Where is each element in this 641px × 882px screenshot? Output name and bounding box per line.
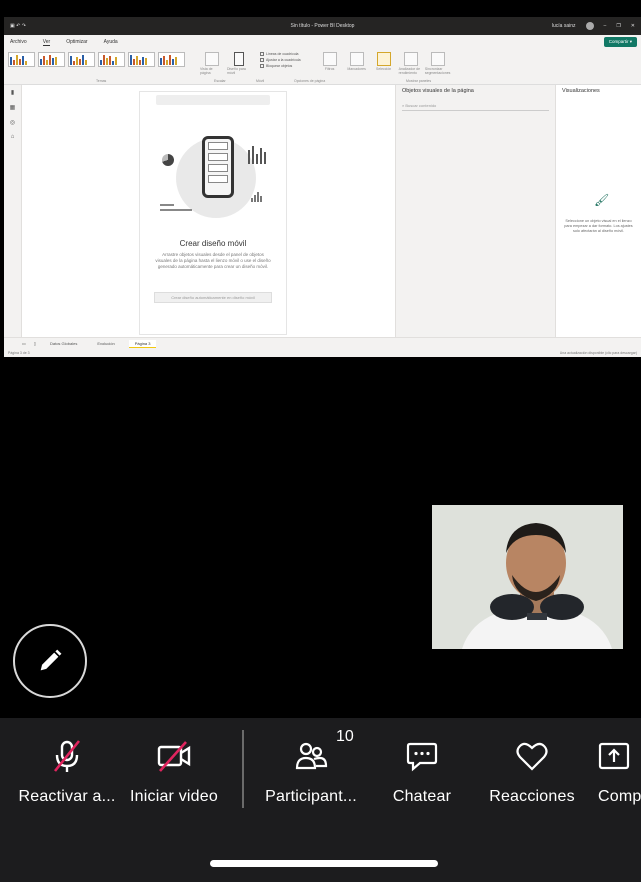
participants-label: Participant...	[265, 788, 357, 805]
tab-archivo[interactable]: Archivo	[10, 39, 27, 45]
status-bar: Página 3 de 3 Una actualización disponib…	[4, 349, 641, 357]
share-screen-button[interactable]: Comp	[598, 738, 641, 806]
visualizations-hint: Seleccione un objeto visual en el lienzo…	[564, 219, 633, 233]
report-view-icon[interactable]: ▮	[11, 89, 14, 96]
mobile-canvas-description: Arrastre objetos visuales desde el panel…	[155, 252, 271, 269]
self-video-tile[interactable]	[432, 505, 623, 649]
meeting-screen: ▣ ↶ ↷ Sin título - Power BI Desktop lucí…	[0, 0, 641, 882]
theme-swatch-2[interactable]	[38, 52, 65, 67]
mobile-canvas-title: Crear diseño móvil	[179, 239, 247, 248]
page-visuals-search[interactable]: ⌕ Buscar contenido	[402, 101, 549, 111]
theme-swatch-6[interactable]	[158, 52, 185, 67]
mobile-canvas[interactable]: Crear diseño móvil Arrastre objetos visu…	[139, 91, 287, 335]
participant-video	[432, 505, 623, 649]
pencil-icon	[40, 649, 62, 671]
lock-objects-checkbox[interactable]: Bloquear objetos	[260, 64, 301, 68]
shared-screen: ▣ ↶ ↷ Sin título - Power BI Desktop lucí…	[4, 17, 641, 357]
tab-ver[interactable]: Ver	[42, 39, 51, 46]
chat-label: Chatear	[392, 788, 452, 805]
call-toolbar: Reactivar a... Iniciar video Participant…	[0, 718, 641, 882]
page-tab-3[interactable]: Página 3	[128, 339, 157, 348]
toolbar-divider	[242, 730, 244, 808]
page-tab-1[interactable]: Datos Globales	[44, 340, 83, 347]
ribbon-group-show-panes: Mostrar paneles	[406, 79, 432, 83]
reactions-label: Reacciones	[489, 788, 575, 805]
selection-icon	[376, 52, 391, 66]
status-update[interactable]: Una actualización disponible (clic para …	[560, 351, 637, 355]
start-video-button[interactable]: Iniciar video	[124, 738, 224, 806]
pbi-body: ▮ ▦ ◎ ⌂ Crear diseño móvil Arrastre obje…	[4, 85, 641, 337]
page-view-button[interactable]: Vista de página	[200, 52, 224, 75]
annotate-button[interactable]	[13, 624, 87, 698]
sync-slicers-button[interactable]: Sincronizar segmentaciones	[425, 52, 450, 75]
ribbon-tabs: Archivo Ver Optimizar Ayuda Compartir ▾	[4, 35, 641, 49]
selection-button[interactable]: Selección	[372, 52, 396, 71]
filter-icon	[322, 52, 337, 66]
page-visuals-title: Objetos visuales de la página	[402, 88, 474, 94]
report-canvas[interactable]: Crear diseño móvil Arrastre objetos visu…	[22, 85, 395, 337]
visualizations-title: Visualizaciones	[562, 88, 600, 94]
status-page-count: Página 3 de 3	[8, 351, 30, 355]
table-view-icon[interactable]: ▦	[10, 104, 16, 111]
bookmark-icon	[349, 52, 364, 66]
share-screen-label: Comp	[598, 788, 641, 805]
pbi-title-bar: ▣ ↶ ↷ Sin título - Power BI Desktop lucí…	[4, 17, 641, 35]
unmute-button[interactable]: Reactivar a...	[12, 738, 122, 806]
format-brush-icon: 🖌	[594, 193, 610, 207]
theme-swatch-3[interactable]	[68, 52, 95, 67]
mobile-view-icon[interactable]: ▯	[34, 341, 36, 346]
participants-icon	[295, 742, 328, 770]
tab-optimizar[interactable]: Optimizar	[66, 39, 87, 45]
left-rail: ▮ ▦ ◎ ⌂	[4, 85, 22, 337]
chat-icon	[406, 742, 438, 772]
model-view-icon[interactable]: ◎	[10, 119, 15, 126]
mobile-layout-illustration	[158, 134, 268, 234]
visualizations-pane: Visualizaciones 🖌 Seleccione un objeto v…	[555, 85, 641, 337]
ribbon-group-page-options: Opciones de página	[294, 79, 326, 83]
ribbon: Temas Vista de página Diseño para móvil …	[4, 49, 641, 85]
ribbon-group-themes: Temas	[96, 79, 107, 83]
filters-button[interactable]: Filtros	[318, 52, 342, 71]
mobile-layout-icon	[234, 52, 244, 66]
reactions-button[interactable]: Reacciones	[480, 738, 584, 806]
start-video-label: Iniciar video	[130, 788, 218, 805]
desktop-layout-icon[interactable]: ▭	[22, 341, 26, 346]
page-visuals-pane: Objetos visuales de la página ⌕ Buscar c…	[395, 85, 555, 337]
ribbon-group-scale: Escalar	[214, 79, 226, 83]
theme-swatch-5[interactable]	[128, 52, 155, 67]
dax-view-icon[interactable]: ⌂	[11, 134, 15, 140]
performance-button[interactable]: Analizador de rendimiento	[399, 52, 423, 75]
share-button[interactable]: Compartir ▾	[603, 37, 637, 47]
tab-ayuda[interactable]: Ayuda	[104, 39, 118, 45]
mobile-canvas-header	[156, 95, 270, 105]
page-options-group: Líneas de cuadrícula Ajustar a la cuadrí…	[260, 52, 301, 68]
bookmarks-button[interactable]: Marcadores	[345, 52, 369, 71]
performance-icon	[403, 52, 418, 66]
camera-off-icon	[157, 741, 191, 772]
page-view-icon	[205, 52, 219, 66]
participants-button[interactable]: Participant...	[258, 738, 364, 806]
share-icon	[598, 742, 630, 770]
mic-muted-icon	[53, 740, 81, 772]
mobile-layout-button[interactable]: Diseño para móvil	[227, 52, 251, 75]
home-indicator[interactable]	[210, 860, 438, 867]
ribbon-group-mobile: Móvil	[256, 79, 265, 83]
theme-swatch-1[interactable]	[8, 52, 35, 67]
chat-button[interactable]: Chatear	[380, 738, 464, 806]
theme-swatch-4[interactable]	[98, 52, 125, 67]
auto-create-layout-button[interactable]: Crear diseño automáticamente en diseño m…	[154, 292, 272, 303]
page-tab-2[interactable]: Evolución	[91, 340, 120, 347]
participants-count-badge: 10	[336, 728, 354, 745]
page-tabs-bar: ▭ ▯ Datos Globales Evolución Página 3	[4, 337, 641, 349]
gridlines-checkbox[interactable]: Líneas de cuadrícula	[260, 52, 301, 56]
unmute-label: Reactivar a...	[18, 788, 116, 805]
snap-to-grid-checkbox[interactable]: Ajustar a la cuadrícula	[260, 58, 301, 62]
window-title: Sin título - Power BI Desktop	[290, 23, 355, 29]
sync-slicers-icon	[430, 52, 445, 66]
heart-icon	[516, 742, 548, 771]
